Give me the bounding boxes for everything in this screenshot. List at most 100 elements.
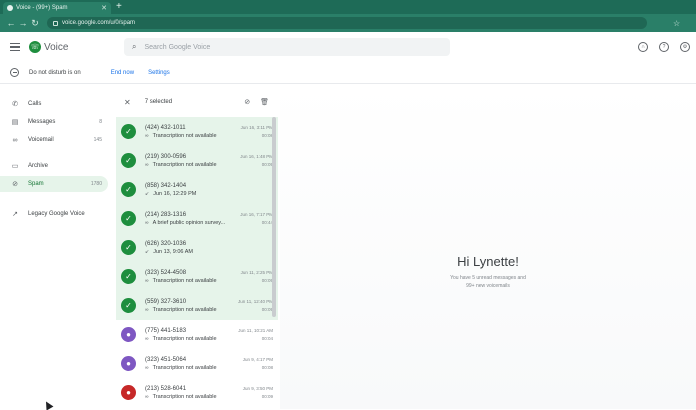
- row-preview: Transcription not available: [152, 277, 217, 284]
- tab-title: Voice - (99+) Spam: [16, 5, 68, 11]
- greeting-subtitle-line: 99+ new voicemails: [466, 283, 510, 289]
- selected-check-icon[interactable]: ✓: [121, 182, 136, 197]
- caller-number: (626) 320-1036: [145, 240, 187, 247]
- conversation-row[interactable]: ✓ (858) 342-1404 ↙ Jun 16, 12:29 PM: [116, 175, 278, 204]
- sidebar-item-label: Calls: [28, 101, 42, 107]
- not-spam-icon[interactable]: ⊘: [244, 98, 250, 106]
- row-preview: Jun 13, 9:06 AM: [153, 248, 193, 255]
- greeting-subtitle-line: You have 5 unread messages and: [450, 275, 526, 281]
- conversation-row[interactable]: ● (323) 451-5064 Jun 9, 4:17 PM ∞ Transcript…: [116, 349, 278, 378]
- caller-number: (219) 300-0596: [145, 153, 187, 160]
- lock-icon: [53, 20, 58, 26]
- app-name: Voice: [44, 41, 69, 53]
- selected-check-icon[interactable]: ✓: [121, 211, 136, 226]
- selected-check-icon[interactable]: ✓: [121, 269, 136, 284]
- caller-number: (323) 524-4508: [145, 269, 187, 276]
- sidebar-item-label: Legacy Google Voice: [28, 211, 85, 217]
- sidebar-item-label: Messages: [28, 119, 56, 125]
- support-headset-icon[interactable]: ∩: [638, 42, 648, 52]
- selected-check-icon[interactable]: ✓: [121, 298, 136, 313]
- browser-toolbar: ← → ↻ voice.google.com/u/0/spam ☆: [0, 14, 696, 32]
- conversation-row[interactable]: ● (213) 528-6041 Jun 9, 3:50 PM ∞ Transcript…: [116, 378, 278, 407]
- browser-tab[interactable]: Voice - (99+) Spam ✕: [3, 2, 111, 14]
- spam-icon: ⊘: [12, 181, 18, 188]
- row-preview: Transcription not available: [152, 335, 217, 342]
- search-placeholder: Search Google Voice: [144, 43, 211, 51]
- voice-logo-icon: ☏: [29, 41, 41, 53]
- row-timestamp: Jun 11, 2:25 PM: [240, 269, 273, 275]
- sidebar-item-spam[interactable]: ⊘ Spam 1780: [0, 176, 108, 192]
- greeting-subtitle: You have 5 unread messages and 99+ new v…: [280, 274, 696, 290]
- voicemail-icon: ∞: [145, 306, 149, 313]
- row-timestamp: Jun 11, 12:40 PM: [238, 298, 273, 304]
- tab-close-icon[interactable]: ✕: [101, 4, 107, 12]
- row-preview: Jun 16, 12:29 PM: [153, 190, 197, 197]
- voicemail-icon: ∞: [145, 219, 149, 226]
- sidebar-item-count: 8: [99, 119, 102, 125]
- row-timestamp: Jun 9, 4:17 PM: [242, 356, 273, 362]
- voicemail-icon: ∞: [145, 393, 149, 400]
- conversation-row[interactable]: ● (775) 441-5183 Jun 11, 10:21 AM ∞ Transcri…: [116, 320, 278, 349]
- bookmark-star-icon[interactable]: ☆: [673, 19, 680, 28]
- row-timestamp: Jun 16, 7:17 PM: [240, 211, 273, 217]
- greeting: Hi Lynette!: [457, 254, 519, 269]
- row-timestamp: Jun 11, 10:21 AM: [238, 327, 273, 333]
- caller-number: (559) 327-3610: [145, 298, 187, 305]
- row-preview: A brief public opinion survey...: [152, 219, 226, 226]
- sidebar-item-label: Voicemail: [28, 137, 54, 143]
- help-icon[interactable]: ?: [659, 42, 669, 52]
- address-bar[interactable]: voice.google.com/u/0/spam: [47, 17, 647, 29]
- external-link-icon: ↗: [12, 211, 18, 218]
- caller-number: (214) 283-1316: [145, 211, 187, 218]
- back-icon[interactable]: ←: [5, 18, 17, 28]
- conversation-row[interactable]: ✓ (424) 432-1011 Jun 16, 3:11 PM ∞ Transcrip…: [116, 117, 278, 146]
- sidebar-item-count: 1780: [90, 181, 102, 187]
- selected-check-icon[interactable]: ✓: [121, 124, 136, 139]
- row-duration: 00:09: [261, 394, 273, 399]
- search-input[interactable]: ⌕ Search Google Voice: [124, 38, 450, 56]
- voicemail-icon: ∞: [145, 161, 149, 168]
- sidebar-item-count: 145: [93, 137, 102, 143]
- settings-gear-icon[interactable]: ⚙: [680, 42, 690, 52]
- row-preview: Transcription not available: [152, 393, 217, 400]
- sidebar-item-label: Archive: [28, 163, 49, 169]
- row-timestamp: Jun 9, 3:50 PM: [242, 385, 273, 391]
- do-not-disturb-icon: [10, 68, 19, 77]
- address-url: voice.google.com/u/0/spam: [62, 20, 136, 26]
- caller-number: (323) 451-5064: [145, 356, 187, 363]
- new-tab-button[interactable]: +: [116, 1, 122, 12]
- clear-selection-icon[interactable]: ✕: [124, 98, 131, 107]
- sidebar-item-messages[interactable]: ▤ Messages 8: [0, 114, 108, 130]
- caller-number: (775) 441-5183: [145, 327, 187, 334]
- missed-call-icon: ↙: [145, 248, 150, 255]
- main-menu-icon[interactable]: [10, 42, 20, 52]
- selected-check-icon[interactable]: ✓: [121, 153, 136, 168]
- sidebar-item-voicemail[interactable]: ∞ Voicemail 145: [0, 132, 108, 148]
- conversation-row[interactable]: ✓ (559) 327-3610 Jun 11, 12:40 PM ∞ Transcri…: [116, 291, 278, 320]
- contact-avatar-icon[interactable]: ●: [121, 356, 136, 371]
- reload-icon[interactable]: ↻: [29, 18, 41, 29]
- search-icon: ⌕: [132, 42, 137, 51]
- list-scrollbar[interactable]: [272, 117, 276, 317]
- sidebar-item-label: Spam: [28, 181, 44, 187]
- caller-number: (213) 528-6041: [145, 385, 187, 392]
- row-preview: Transcription not available: [152, 161, 217, 168]
- row-preview: Transcription not available: [152, 132, 217, 139]
- selected-check-icon[interactable]: ✓: [121, 240, 136, 255]
- contact-avatar-icon[interactable]: ●: [121, 385, 136, 400]
- forward-icon[interactable]: →: [17, 18, 29, 28]
- conversation-row[interactable]: ✓ (626) 320-1036 ↙ Jun 13, 9:06 AM: [116, 233, 278, 262]
- end-now-button[interactable]: End now: [111, 70, 134, 76]
- delete-icon[interactable]: 🗑: [260, 98, 269, 106]
- main-pane: Hi Lynette! You have 5 unread messages a…: [280, 84, 696, 409]
- sidebar-item-archive[interactable]: ▭ Archive: [0, 158, 108, 174]
- caller-number: (424) 432-1011: [145, 124, 186, 131]
- sidebar-item-calls[interactable]: ✆ Calls: [0, 96, 108, 112]
- contact-avatar-icon[interactable]: ●: [121, 327, 136, 342]
- settings-link[interactable]: Settings: [148, 70, 170, 76]
- conversation-row[interactable]: ✓ (214) 283-1316 Jun 16, 7:17 PM ∞ A brief p…: [116, 204, 278, 233]
- conversation-row[interactable]: ✓ (219) 300-0596 Jun 16, 1:48 PM ∞ Transcrip…: [116, 146, 278, 175]
- sidebar-item-legacy-google-voice[interactable]: ↗ Legacy Google Voice: [0, 206, 108, 222]
- conversation-row[interactable]: ✓ (323) 524-4508 Jun 11, 2:25 PM ∞ Transcrip…: [116, 262, 278, 291]
- archive-icon: ▭: [11, 163, 19, 170]
